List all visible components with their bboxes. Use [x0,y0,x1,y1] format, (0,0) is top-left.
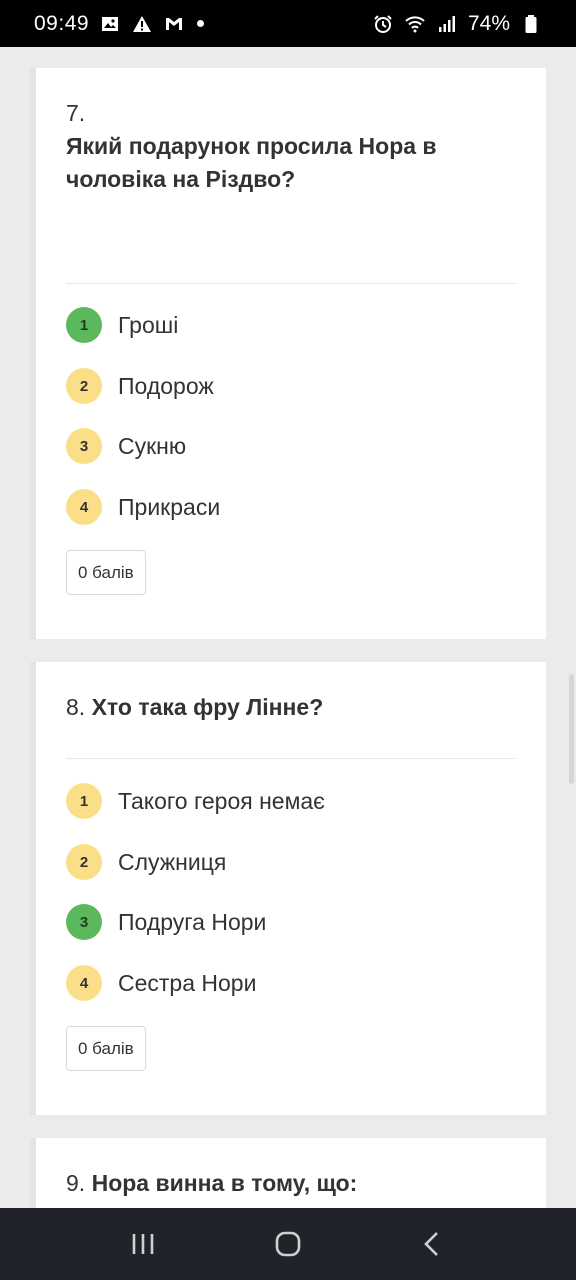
question-card-8: 8. Хто така фру Лінне? 1 Такого героя не… [30,662,546,1115]
status-time: 09:49 [34,11,90,35]
scrollbar[interactable] [569,674,574,784]
option-label: Прикраси [118,493,221,520]
option-number-badge: 1 [66,307,102,343]
quiz-content[interactable]: 7. Який подарунок просила Нора в чоловік… [0,47,576,1208]
option-number-badge: 3 [66,428,102,464]
question-number: 9. [66,1170,86,1196]
question-card-9: 9. Нора винна в тому, що: [30,1138,546,1208]
option-label: Подорож [118,372,214,399]
option-label: Подруга Нори [118,908,267,935]
alarm-icon [372,13,394,35]
option-label: Сестра Нори [118,969,257,996]
wifi-icon [404,13,426,35]
answer-option: 2 Подорож [66,366,516,406]
question-number: 8. [66,694,86,720]
option-number-badge: 3 [66,904,102,940]
back-icon [424,1232,439,1256]
gallery-icon [99,13,121,35]
home-button[interactable] [258,1214,318,1274]
option-label: Гроші [118,311,179,338]
score-badge: 0 балів [66,1026,146,1071]
answer-option: 3 Сукню [66,426,516,466]
battery-icon [520,13,542,35]
option-number-badge: 4 [66,489,102,525]
answer-option: 4 Прикраси [66,487,516,527]
back-button[interactable] [403,1214,463,1274]
option-label: Сукню [118,432,187,459]
signal-icon [436,13,458,35]
score-badge: 0 балів [66,550,146,595]
alert-icon [131,13,153,35]
option-number-badge: 2 [66,844,102,880]
answer-option: 3 Подруга Нори [66,902,516,942]
answer-option: 1 Такого героя немає [66,781,516,821]
option-label: Такого героя немає [118,787,325,814]
status-left: 09:49 [34,11,205,36]
status-right: 74% [372,12,542,36]
question-9-header: 9. Нора винна в тому, що: [66,1167,516,1200]
divider [66,758,516,759]
question-8-header: 8. Хто така фру Лінне? [66,691,516,724]
question-text: Нора винна в тому, що: [91,1170,358,1196]
question-text: Хто така фру Лінне? [91,694,324,720]
question-text: Який подарунок просила Нора в чоловіка н… [66,133,437,192]
battery-percent: 74% [467,11,510,35]
question-card-7: 7. Який подарунок просила Нора в чоловік… [30,68,546,639]
divider [66,283,516,284]
option-number-badge: 2 [66,368,102,404]
question-number: 7. [66,100,86,126]
gmail-icon [163,13,185,35]
answer-option: 4 Сестра Нори [66,963,516,1003]
navigation-bar [0,1208,576,1280]
status-bar: 09:49 74% [0,0,576,47]
answer-option: 2 Служниця [66,842,516,882]
option-label: Служниця [118,848,227,875]
option-number-badge: 4 [66,965,102,1001]
home-icon [275,1231,301,1257]
answer-option: 1 Гроші [66,305,516,345]
option-number-badge: 1 [66,783,102,819]
dot-icon [197,20,205,27]
recents-button[interactable] [113,1214,173,1274]
recents-icon [132,1234,153,1254]
question-7-header: 7. Який подарунок просила Нора в чоловік… [66,97,516,196]
